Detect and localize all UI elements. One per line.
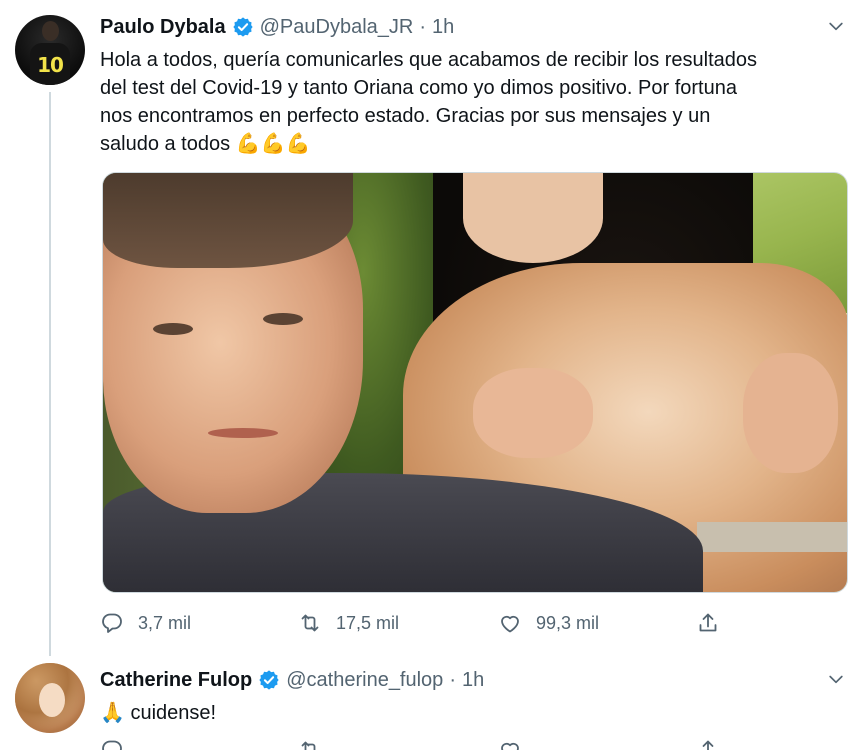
tweet-text-line: 🙏 cuidense! [100,702,217,724]
thread-connector-line [49,92,51,656]
tweet-body: Hola a todos, quería comunicarles que ac… [100,46,840,158]
share-icon[interactable] [696,738,720,750]
photo-eye [153,323,193,335]
user-display-name[interactable]: Paulo Dybala [100,16,226,39]
photo-hand [743,353,838,473]
reply-count: 3,7 mil [138,612,192,633]
tweet-text-line: Hola a todos, quería comunicarles que ac… [100,49,758,71]
separator-dot: · [419,15,426,38]
avatar-catherine-fulop[interactable] [15,663,85,733]
like-icon[interactable] [498,738,522,750]
tweet-text-line: del test del Covid-19 y tanto Oriana com… [100,77,737,99]
photo-mouth [208,428,278,438]
chevron-down-icon[interactable] [826,669,846,689]
tweet-header: Paulo Dybala @PauDybala_JR · 1h [100,13,454,41]
user-handle[interactable]: @PauDybala_JR [260,16,414,39]
photo-man-hair [103,173,353,268]
tweet-timestamp[interactable]: 1h [462,669,484,692]
reply-button[interactable]: 3,7 mil [100,605,191,641]
user-display-name[interactable]: Catherine Fulop [100,669,252,692]
tweet-timestamp[interactable]: 1h [432,16,454,39]
tweet-body: 🙏 cuidense! [100,699,840,727]
share-button[interactable] [696,605,734,641]
tweet-header: Catherine Fulop @catherine_fulop · 1h [100,666,484,694]
chevron-down-icon[interactable] [826,16,846,36]
avatar-jersey-number: 10 [37,53,64,77]
tweet-actions-partial [100,738,840,750]
avatar-paulo-dybala[interactable]: 10 [15,15,85,85]
verified-badge-icon [259,670,279,690]
like-icon [501,615,519,633]
photo-eye [263,313,303,325]
photo-woman-face [463,173,603,263]
like-count: 99,3 mil [536,612,600,633]
like-button[interactable]: 99,3 mil [498,605,599,641]
share-icon [699,613,717,632]
tweet-actions: 3,7 mil 17,5 mil 99,3 mil [100,605,840,641]
avatar-face [39,683,65,717]
retweet-count: 17,5 mil [336,612,400,633]
separator-dot: · [449,668,456,691]
user-handle[interactable]: @catherine_fulop [286,669,443,692]
retweet-button[interactable]: 17,5 mil [298,605,399,641]
retweet-icon[interactable] [298,738,322,750]
reply-icon [102,613,122,633]
verified-badge-icon [232,17,253,37]
photo-bench [697,522,847,552]
retweet-icon [301,614,319,632]
photo-hand [473,368,593,458]
tweet-text-line: saludo a todos 💪💪💪 [100,133,311,155]
tweet-photo[interactable] [102,172,848,593]
reply-icon[interactable] [100,738,124,750]
tweet-text-line: nos encontramos en perfecto estado. Grac… [100,105,711,127]
avatar-head [42,21,59,41]
